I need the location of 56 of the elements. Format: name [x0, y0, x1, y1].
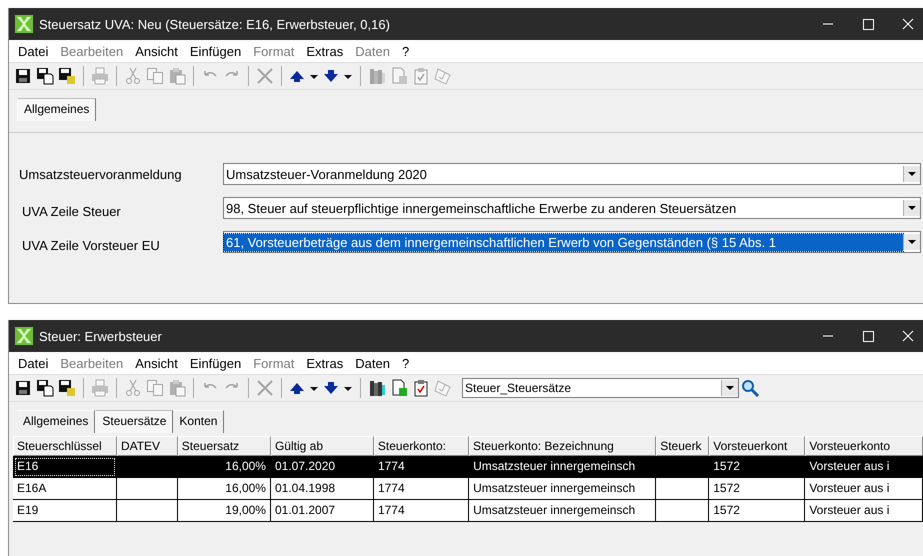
table-cell: 01.07.2020 — [270, 456, 374, 478]
menu-item[interactable]: Extras — [301, 356, 350, 370]
table-cell: Vorsteuer aus i — [805, 456, 923, 478]
field-label: Umsatzsteuervoranmeldung — [19, 166, 183, 182]
tab[interactable]: Allgemeines — [17, 98, 96, 121]
menu-item[interactable]: Datei — [13, 44, 56, 58]
menu-item[interactable]: Extras — [301, 44, 350, 58]
column-header[interactable]: DATEV — [116, 436, 178, 456]
table-row[interactable]: E19 19,00% 01.01.2007 1774 Umsatzsteuer innergemeinsch 1572 Vorsteuer aus i — [13, 500, 923, 522]
column-header[interactable]: Steuerk — [656, 436, 710, 456]
column-header[interactable]: Steuerschlüssel — [13, 436, 117, 456]
table-cell: E16A — [13, 478, 117, 500]
menu-item[interactable]: Ansicht — [130, 356, 185, 370]
table-row[interactable]: E16A 16,00% 01.04.1998 1774 Umsatzsteuer innergemeinsch 1572 Vorsteuer aus i — [13, 478, 923, 500]
dropdown-field[interactable]: 98, Steuer auf steuerpflichtige innergemeinschaftliche Erwerbe zu anderen Steuersätzen — [223, 197, 921, 219]
table-cell: 16,00% — [178, 478, 271, 500]
table-cell: 1572 — [709, 500, 806, 522]
window-title: Steuersatz UVA: Neu (Steuersätze: E16, Erwerbsteuer, 0,16) — [39, 16, 390, 32]
menu-item[interactable]: Ansicht — [130, 44, 185, 58]
table-cell: 1572 — [709, 456, 806, 478]
menu-item[interactable]: Einfügen — [184, 356, 248, 370]
table-cell: 01.01.2007 — [270, 500, 374, 522]
field-label: UVA Zeile Vorsteuer EU — [21, 236, 161, 252]
column-header[interactable]: Gültig ab — [270, 436, 374, 456]
tab[interactable]: Steuersätze — [95, 410, 174, 433]
table-cell: 1774 — [374, 456, 470, 478]
dropdown-field[interactable]: 61, Vorsteuerbeträge aus dem innergemeinschaftlichen Erwerb von Gegenständen (§ 15 Abs. 1 — [223, 231, 921, 253]
table-cell: E16 — [13, 456, 117, 478]
column-header[interactable]: Steuerkonto: Bezeichnung — [469, 436, 656, 456]
table-cell: 1774 — [374, 478, 470, 500]
column-header[interactable]: Vorsteuerkont — [709, 436, 806, 456]
menu-item[interactable]: ? — [396, 356, 416, 370]
column-header[interactable]: Vorsteuerkonto — [805, 436, 923, 456]
table-cell: Vorsteuer aus i — [805, 500, 923, 522]
column-header[interactable]: Steuerkonto: — [374, 436, 470, 456]
tab[interactable]: Konten — [173, 410, 224, 433]
view-select[interactable]: Steuer_Steuersätze — [462, 378, 739, 398]
table-cell: 1572 — [709, 478, 806, 500]
table-cell: Umsatzsteuer innergemeinsch — [469, 456, 656, 478]
menu-item[interactable]: Daten — [350, 356, 397, 370]
table-cell: Umsatzsteuer innergemeinsch — [469, 500, 656, 522]
window-title: Steuer: Erwerbsteuer — [39, 328, 162, 344]
table-cell: Umsatzsteuer innergemeinsch — [469, 478, 656, 500]
table-row[interactable]: E16 16,00% 01.07.2020 1774 Umsatzsteuer innergemeinsch 1572 Vorsteuer aus i — [13, 456, 923, 478]
field-label: UVA Zeile Steuer — [21, 202, 122, 218]
table-cell: 19,00% — [178, 500, 271, 522]
menu-item[interactable]: Datei — [13, 356, 56, 370]
table-cell: E19 — [13, 500, 117, 522]
table-cell: 1774 — [374, 500, 470, 522]
menu-item[interactable]: ? — [396, 44, 416, 58]
table-cell: 16,00% — [178, 456, 271, 478]
menu-item[interactable]: Einfügen — [184, 44, 248, 58]
table-cell: Vorsteuer aus i — [805, 478, 923, 500]
column-header[interactable]: Steuersatz — [178, 436, 271, 456]
table-cell: 01.04.1998 — [270, 478, 374, 500]
dropdown-field[interactable]: Umsatzsteuer-Voranmeldung 2020 — [223, 163, 921, 185]
